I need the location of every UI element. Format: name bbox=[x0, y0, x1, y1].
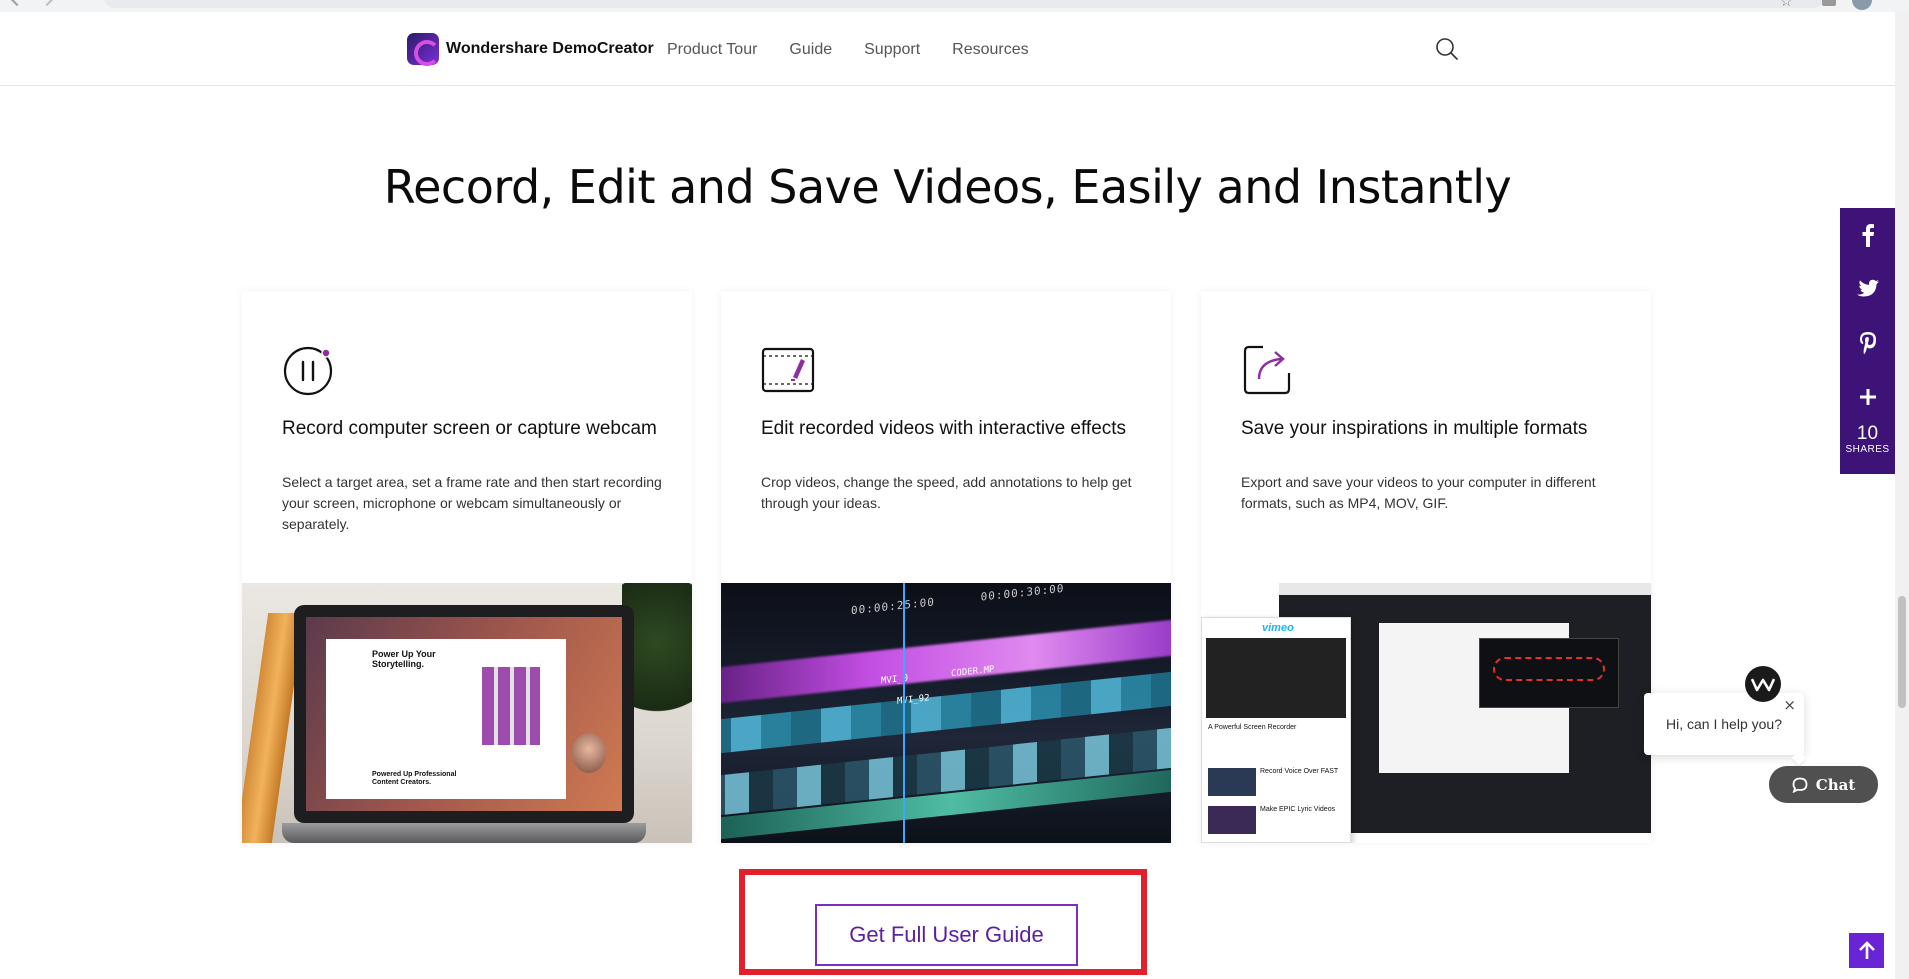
site-logo[interactable]: Wondershare DemoCreator bbox=[407, 33, 654, 66]
twitter-share-button[interactable] bbox=[1840, 262, 1895, 316]
feature-description: Crop videos, change the speed, add annot… bbox=[761, 474, 1132, 511]
share-export-icon bbox=[1243, 345, 1291, 395]
feature-title: Record computer screen or capture webcam bbox=[282, 418, 657, 439]
extension-icon[interactable] bbox=[1822, 0, 1836, 6]
back-to-top-button[interactable] bbox=[1849, 933, 1884, 968]
editor-highlight bbox=[1493, 657, 1605, 681]
nav-support[interactable]: Support bbox=[864, 41, 920, 59]
laptop-footer: Powered Up Professional Content Creators… bbox=[372, 771, 457, 786]
browser-chrome: ☆ bbox=[0, 0, 1909, 12]
get-full-user-guide-button[interactable]: Get Full User Guide bbox=[815, 904, 1078, 966]
close-icon[interactable]: × bbox=[1783, 696, 1796, 714]
scrollbar-thumb[interactable] bbox=[1898, 596, 1906, 708]
video-title: A Powerful Screen Recorder bbox=[1208, 724, 1297, 731]
feature-card-save: Save your inspirations in multiple forma… bbox=[1201, 291, 1651, 843]
chat-button-label: Chat bbox=[1815, 775, 1856, 794]
share-sidebar: 10 SHARES bbox=[1840, 208, 1895, 474]
more-share-button[interactable] bbox=[1840, 370, 1895, 424]
profile-avatar[interactable] bbox=[1852, 0, 1872, 10]
screen-collage bbox=[482, 667, 540, 745]
vimeo-screenshot: vimeo A Powerful Screen Recorder Record … bbox=[1201, 617, 1351, 843]
timeline-playhead bbox=[903, 583, 905, 843]
section-title: Record, Edit and Save Videos, Easily and… bbox=[383, 160, 1512, 214]
forward-icon[interactable] bbox=[39, 0, 55, 7]
brand-name: Wondershare DemoCreator bbox=[446, 40, 654, 57]
feature-title: Save your inspirations in multiple forma… bbox=[1241, 418, 1588, 439]
facebook-share-button[interactable] bbox=[1840, 208, 1895, 262]
site-header: Wondershare DemoCreator Product Tour Gui… bbox=[0, 12, 1895, 86]
chat-greeting: Hi, can I help you? bbox=[1666, 716, 1782, 732]
feature-description: Export and save your videos to your comp… bbox=[1241, 474, 1596, 511]
address-bar[interactable] bbox=[104, 0, 1824, 8]
chat-button[interactable]: Chat bbox=[1769, 766, 1878, 803]
related-title: Make EPIC Lyric Videos bbox=[1260, 806, 1336, 813]
wondershare-logo-icon bbox=[1751, 678, 1775, 692]
vimeo-logo: vimeo bbox=[1262, 622, 1294, 634]
laptop-heading: Power Up Your Storytelling. bbox=[372, 649, 436, 669]
share-label: SHARES bbox=[1845, 444, 1890, 455]
search-icon[interactable] bbox=[1435, 37, 1459, 61]
related-thumb bbox=[1208, 806, 1256, 834]
feature-image-laptop: Power Up Your Storytelling. Powered Up P… bbox=[242, 583, 692, 843]
arrow-up-icon bbox=[1858, 940, 1875, 959]
page-scrollbar[interactable] bbox=[1895, 12, 1909, 979]
vimeo-video bbox=[1206, 638, 1346, 718]
plus-icon bbox=[1859, 389, 1876, 405]
pinterest-icon bbox=[1859, 332, 1876, 355]
feature-image-timeline: 00:00:25:00 00:00:30:00 MVI_0 CODER.MP M… bbox=[721, 583, 1171, 843]
laptop-base bbox=[282, 823, 646, 843]
timeline-ticks: 00:00:25:00 00:00:30:00 bbox=[851, 583, 1065, 618]
chat-bubble-icon bbox=[1792, 777, 1808, 793]
feature-card-record: Record computer screen or capture webcam… bbox=[242, 291, 692, 843]
nav-guide[interactable]: Guide bbox=[789, 41, 832, 59]
edit-video-icon bbox=[761, 347, 815, 393]
feature-title: Edit recorded videos with interactive ef… bbox=[761, 418, 1127, 439]
related-title: Record Voice Over FAST bbox=[1260, 768, 1339, 775]
democreator-logo-icon bbox=[407, 33, 440, 66]
feature-image-screenshots: vimeo A Powerful Screen Recorder Record … bbox=[1201, 583, 1651, 843]
bubble-tail bbox=[1791, 750, 1807, 766]
record-pause-icon bbox=[283, 346, 333, 396]
editor-titlebar bbox=[1279, 583, 1651, 595]
chat-agent-avatar[interactable] bbox=[1745, 666, 1781, 702]
related-thumb bbox=[1208, 768, 1256, 796]
main-nav: Product Tour Guide Support Resources bbox=[667, 41, 1029, 59]
webcam-face bbox=[572, 733, 606, 773]
bookmark-star-icon[interactable]: ☆ bbox=[1780, 0, 1793, 10]
twitter-icon bbox=[1856, 279, 1879, 297]
facebook-icon bbox=[1862, 224, 1874, 247]
pinterest-share-button[interactable] bbox=[1840, 316, 1895, 370]
feature-card-edit: Edit recorded videos with interactive ef… bbox=[721, 291, 1171, 843]
nav-product-tour[interactable]: Product Tour bbox=[667, 41, 757, 59]
feature-description: Select a target area, set a frame rate a… bbox=[282, 474, 662, 532]
back-icon[interactable] bbox=[9, 0, 25, 7]
nav-resources[interactable]: Resources bbox=[952, 41, 1028, 59]
share-count: 10 bbox=[1856, 423, 1879, 444]
chat-greeting-bubble: Hi, can I help you? × bbox=[1644, 693, 1807, 766]
